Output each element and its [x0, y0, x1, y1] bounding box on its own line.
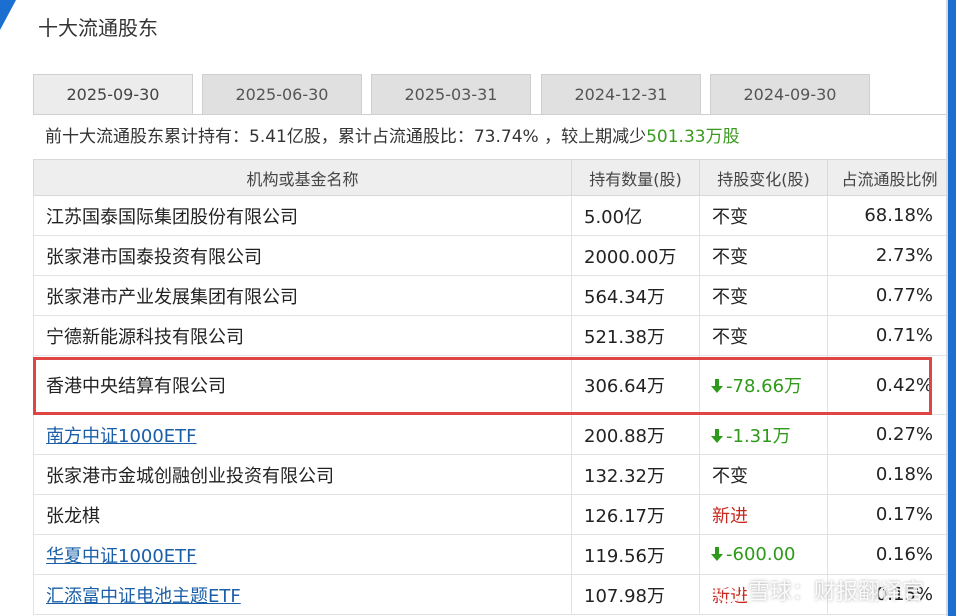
table-header-row: 机构或基金名称 持有数量(股) 持股变化(股) 占流通股比例 [33, 159, 946, 196]
holder-name-cell: 香港中央结算有限公司 [33, 355, 572, 415]
holder-change: 不变 [712, 246, 748, 268]
holder-ratio: 0.77% [827, 275, 946, 316]
holder-name-link[interactable]: 南方中证1000ETF [46, 426, 197, 447]
holder-shares: 2000.00万 [571, 235, 700, 276]
holder-name-cell: 宁德新能源科技有限公司 [33, 315, 572, 356]
holder-name: 张家港市金城创融创业投资有限公司 [46, 465, 334, 487]
holdings-summary: 前十大流通股东累计持有：5.41亿股，累计占流通股比：73.74% ，较上期减少… [33, 114, 946, 159]
summary-decrease: 501.33万股 [646, 127, 740, 147]
holder-ratio: 0.16% [827, 534, 946, 575]
table-row: 华夏中证1000ETF 119.56万 -600.00 0.16% [33, 534, 946, 575]
watermark: 雪球：财报翻译官 [714, 574, 924, 606]
holder-ratio: 68.18% [827, 195, 946, 236]
tab-2025-06-30[interactable]: 2025-06-30 [202, 74, 362, 114]
holder-shares: 564.34万 [571, 275, 700, 316]
table-row: 南方中证1000ETF 200.88万 -1.31万 0.27% [33, 414, 946, 455]
header-change: 持股变化(股) [699, 159, 828, 196]
holder-change: -1.31万 [726, 425, 791, 447]
holder-change: 不变 [712, 286, 748, 308]
holder-shares: 126.17万 [571, 494, 700, 535]
holder-name-cell: 华夏中证1000ETF [33, 534, 572, 575]
holder-shares: 521.38万 [571, 315, 700, 356]
tab-2025-09-30[interactable]: 2025-09-30 [33, 74, 193, 114]
section-title: 十大流通股东 [38, 16, 158, 40]
table-row: 江苏国泰国际集团股份有限公司 5.00亿 不变 68.18% [33, 195, 946, 236]
holder-name-link[interactable]: 汇添富中证电池主题ETF [46, 586, 241, 607]
holder-change-cell: -1.31万 [699, 414, 828, 455]
holder-shares: 306.64万 [571, 355, 700, 415]
holders-table: 机构或基金名称 持有数量(股) 持股变化(股) 占流通股比例 江苏国泰国际集团股… [33, 159, 946, 615]
holder-name-cell: 张龙棋 [33, 494, 572, 535]
summary-total-ratio: 73.74% [473, 127, 539, 147]
holder-shares: 132.32万 [571, 454, 700, 495]
holder-ratio: 0.71% [827, 315, 946, 356]
holder-shares: 107.98万 [571, 574, 700, 615]
holder-change-cell: 不变 [699, 275, 828, 316]
corner-decoration [0, 0, 16, 30]
watermark-text: 雪球：财报翻译官 [747, 580, 924, 605]
holder-shares: 119.56万 [571, 534, 700, 575]
holder-name-cell: 汇添富中证电池主题ETF [33, 574, 572, 615]
holder-change-cell: 新进 [699, 494, 828, 535]
holder-name-cell: 江苏国泰国际集团股份有限公司 [33, 195, 572, 236]
header-shares: 持有数量(股) [571, 159, 700, 196]
table-row: 张家港市金城创融创业投资有限公司 132.32万 不变 0.18% [33, 454, 946, 495]
summary-sep1: ，累计占流通股比： [320, 127, 474, 147]
holder-change-cell: -78.66万 [699, 355, 828, 415]
holder-change: 不变 [712, 206, 748, 228]
holder-change-cell: 不变 [699, 315, 828, 356]
holder-name: 宁德新能源科技有限公司 [46, 326, 244, 348]
down-arrow-icon [711, 428, 723, 443]
holder-name: 江苏国泰国际集团股份有限公司 [46, 206, 298, 228]
holder-change: -600.00 [726, 544, 796, 565]
holder-name-cell: 张家港市国泰投资有限公司 [33, 235, 572, 276]
header-name: 机构或基金名称 [33, 159, 572, 196]
holder-name-cell: 南方中证1000ETF [33, 414, 572, 455]
holder-name: 张家港市国泰投资有限公司 [46, 246, 262, 268]
holder-name-link[interactable]: 华夏中证1000ETF [46, 546, 197, 567]
holder-shares: 200.88万 [571, 414, 700, 455]
holder-name-cell: 张家港市金城创融创业投资有限公司 [33, 454, 572, 495]
holder-shares: 5.00亿 [571, 195, 700, 236]
holder-change: -78.66万 [726, 376, 803, 397]
holder-change: 不变 [712, 465, 748, 487]
tab-2025-03-31[interactable]: 2025-03-31 [371, 74, 531, 114]
table-body: 江苏国泰国际集团股份有限公司 5.00亿 不变 68.18% 张家港市国泰投资有限公司 2… [33, 195, 946, 615]
holder-ratio: 2.73% [827, 235, 946, 276]
tab-2024-12-31[interactable]: 2024-12-31 [541, 74, 701, 114]
holder-ratio: 0.42% [827, 355, 946, 415]
holder-change-cell: 不变 [699, 454, 828, 495]
holder-ratio: 0.27% [827, 414, 946, 455]
holder-name: 香港中央结算有限公司 [46, 376, 226, 397]
holder-change: 新进 [712, 505, 748, 527]
holder-name-cell: 张家港市产业发展集团有限公司 [33, 275, 572, 316]
holder-name: 张龙棋 [46, 505, 100, 527]
table-row: 宁德新能源科技有限公司 521.38万 不变 0.71% [33, 315, 946, 356]
holder-change-cell: 不变 [699, 195, 828, 236]
table-row: 张龙棋 126.17万 新进 0.17% [33, 494, 946, 535]
holder-change: 不变 [712, 326, 748, 348]
header-ratio: 占流通股比例 [827, 159, 946, 196]
top-holders-panel: 十大流通股东 2025-09-30 2025-06-30 2025-03-31 … [0, 0, 948, 616]
table-row: 张家港市国泰投资有限公司 2000.00万 不变 2.73% [33, 235, 946, 276]
holder-ratio: 0.18% [827, 454, 946, 495]
summary-prefix: 前十大流通股东累计持有： [45, 127, 249, 147]
holder-change-cell: -600.00 [699, 534, 828, 575]
snowball-logo-icon [714, 579, 744, 603]
table-row: 张家港市产业发展集团有限公司 564.34万 不变 0.77% [33, 275, 946, 316]
summary-total-shares: 5.41亿股 [249, 127, 321, 147]
summary-sep2: ，较上期减少 [538, 127, 647, 147]
down-arrow-icon [711, 547, 723, 561]
holder-name: 张家港市产业发展集团有限公司 [46, 286, 298, 308]
down-arrow-icon [711, 379, 723, 393]
tab-2024-09-30[interactable]: 2024-09-30 [710, 74, 870, 114]
table-row: 香港中央结算有限公司 306.64万 -78.66万 0.42% [33, 355, 946, 415]
holder-change-cell: 不变 [699, 235, 828, 276]
holder-ratio: 0.17% [827, 494, 946, 535]
